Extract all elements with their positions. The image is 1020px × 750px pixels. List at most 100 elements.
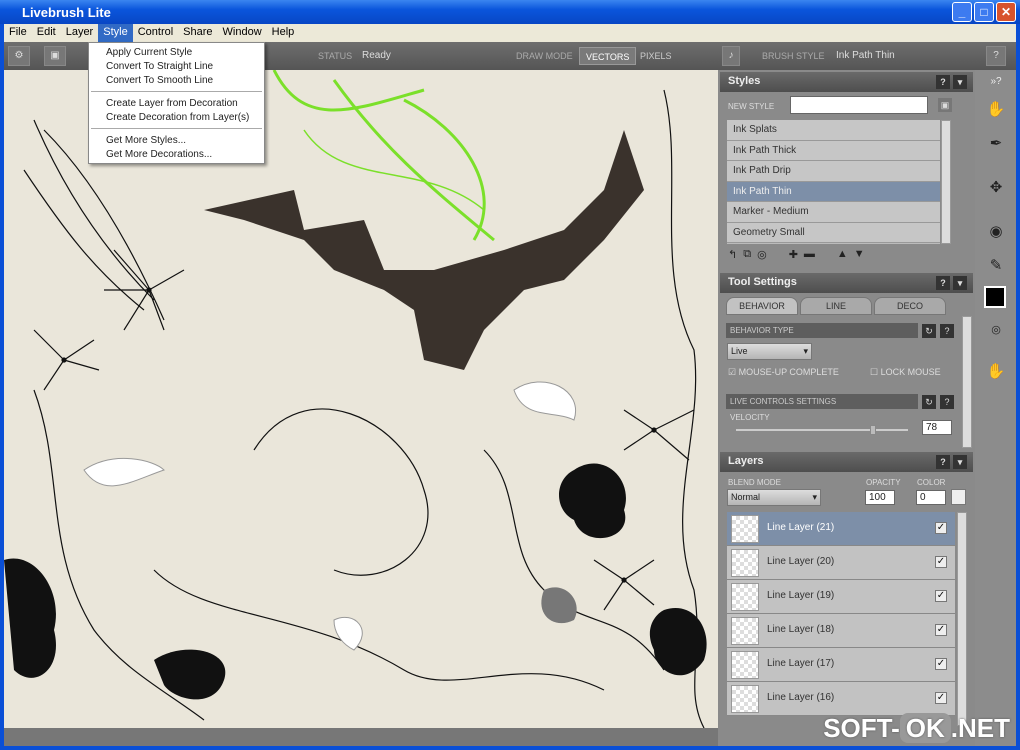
close-button[interactable]: ✕ — [996, 2, 1016, 22]
menu-file[interactable]: File — [4, 24, 32, 42]
menu-share[interactable]: Share — [178, 24, 217, 42]
drawing-canvas[interactable] — [4, 70, 718, 728]
style-item[interactable]: Marker - Medium — [727, 202, 940, 223]
remove-icon[interactable]: ▬ — [804, 248, 815, 261]
new-style-input[interactable] — [790, 96, 928, 114]
menu-style[interactable]: Style — [98, 24, 133, 42]
minimize-button[interactable]: _ — [952, 2, 972, 22]
expand-icon[interactable]: »? — [984, 70, 1008, 94]
menu-item-create-decoration-from-layers[interactable]: Create Decoration from Layer(s) — [89, 110, 264, 124]
help-button[interactable]: ? — [986, 46, 1006, 66]
layer-row[interactable]: Line Layer (17) ✓ — [727, 648, 955, 682]
menu-separator — [91, 128, 262, 129]
move-down-icon[interactable]: ▼ — [854, 248, 865, 261]
opacity-input[interactable]: 100 — [865, 490, 895, 505]
help-icon[interactable]: ? — [936, 455, 950, 469]
behavior-type-select[interactable]: Live ▾ — [727, 343, 812, 360]
color-picker-swatch[interactable] — [984, 286, 1006, 308]
mouse-up-complete-checkbox[interactable]: ☑ MOUSE-UP COMPLETE — [728, 367, 839, 378]
help-icon[interactable]: ? — [940, 395, 954, 409]
layer-row[interactable]: Line Layer (16) ✓ — [727, 682, 955, 716]
maximize-button[interactable]: □ — [974, 2, 994, 22]
layer-visibility-checkbox[interactable]: ✓ — [935, 590, 947, 602]
menu-separator — [91, 91, 262, 92]
lock-mouse-checkbox[interactable]: ☐ LOCK MOUSE — [870, 367, 941, 378]
fill-tool-icon[interactable]: ◉ — [984, 220, 1008, 244]
collapse-icon[interactable]: ▾ — [953, 276, 967, 290]
layer-visibility-checkbox[interactable]: ✓ — [935, 522, 947, 534]
new-style-icon[interactable]: ↰ — [728, 248, 737, 261]
styles-scrollbar[interactable] — [941, 120, 951, 244]
layer-visibility-checkbox[interactable]: ✓ — [935, 556, 947, 568]
layer-visibility-checkbox[interactable]: ✓ — [935, 624, 947, 636]
pen-tool-icon[interactable]: ✒ — [984, 132, 1008, 156]
color-input[interactable]: 0 — [916, 490, 946, 505]
tab-line[interactable]: LINE — [800, 297, 872, 315]
menu-item-create-layer-from-decoration[interactable]: Create Layer from Decoration — [89, 96, 264, 110]
menu-item-apply-current-style[interactable]: Apply Current Style — [89, 45, 264, 59]
layer-row[interactable]: Line Layer (19) ✓ — [727, 580, 955, 614]
save-style-icon[interactable]: ▣ — [938, 98, 952, 112]
menu-window[interactable]: Window — [218, 24, 267, 42]
pixels-button[interactable]: PIXELS — [634, 47, 678, 65]
style-item[interactable]: Ink Path Drip — [727, 161, 940, 182]
tab-behavior[interactable]: BEHAVIOR — [726, 297, 798, 315]
styles-title: Styles — [728, 75, 761, 87]
menu-item-get-more-decorations[interactable]: Get More Decorations... — [89, 147, 264, 161]
add-icon[interactable]: ✚ — [789, 248, 798, 261]
style-item-selected[interactable]: Ink Path Thin — [727, 181, 940, 202]
canvas-status-bar — [4, 728, 718, 746]
velocity-input[interactable]: 78 — [922, 420, 952, 435]
help-icon[interactable]: ? — [940, 324, 954, 338]
layers-scrollbar[interactable] — [957, 512, 967, 726]
hand-tool-icon[interactable]: ✋ — [984, 360, 1008, 384]
layer-row[interactable]: Line Layer (20) ✓ — [727, 546, 955, 580]
save-icon[interactable]: ▣ — [44, 46, 66, 66]
velocity-slider-handle[interactable] — [870, 425, 877, 435]
layer-thumbnail — [731, 685, 759, 713]
move-up-icon[interactable]: ▲ — [837, 248, 848, 261]
collapse-icon[interactable]: ▾ — [953, 455, 967, 469]
transform-tool-icon[interactable]: ✥ — [984, 176, 1008, 200]
eye-icon[interactable]: ◎ — [757, 248, 767, 261]
status-label: STATUS — [318, 51, 353, 61]
settings-icon[interactable]: ⚙ — [8, 46, 30, 66]
style-item[interactable]: Ink Path Thick — [727, 140, 940, 161]
brush-icon[interactable]: ♪ — [722, 46, 740, 66]
menu-edit[interactable]: Edit — [32, 24, 61, 42]
help-icon[interactable]: ? — [936, 276, 950, 290]
tool-settings-scrollbar[interactable] — [962, 316, 972, 448]
eye-tool-icon[interactable]: ◎ — [984, 318, 1008, 342]
style-item[interactable]: Geometry Small — [727, 222, 940, 243]
layer-thumbnail — [731, 583, 759, 611]
collapse-icon[interactable]: ▾ — [953, 75, 967, 89]
black-splats — [4, 463, 707, 700]
menu-item-get-more-styles[interactable]: Get More Styles... — [89, 133, 264, 147]
menu-item-convert-smooth[interactable]: Convert To Smooth Line — [89, 73, 264, 87]
layers-panel-header: Layers ? ▾ — [720, 452, 973, 472]
ink-splat-path — [204, 130, 644, 370]
layer-visibility-checkbox[interactable]: ✓ — [935, 692, 947, 704]
tab-deco[interactable]: DECO — [874, 297, 946, 315]
menu-control[interactable]: Control — [133, 24, 178, 42]
help-icon[interactable]: ? — [936, 75, 950, 89]
velocity-slider[interactable] — [736, 425, 908, 435]
layer-visibility-checkbox[interactable]: ✓ — [935, 658, 947, 670]
eyedropper-icon[interactable]: ✎ — [984, 254, 1008, 278]
vectors-button[interactable]: VECTORS — [579, 47, 637, 65]
layer-row[interactable]: Line Layer (18) ✓ — [727, 614, 955, 648]
copy-style-icon[interactable]: ⧉ — [743, 248, 751, 261]
layer-thumbnail — [731, 515, 759, 543]
reset-icon[interactable]: ↻ — [922, 395, 936, 409]
behavior-type-label: BEHAVIOR TYPE — [726, 323, 918, 338]
brush-tool-icon[interactable]: ✋ — [984, 98, 1008, 122]
blend-mode-select[interactable]: Normal ▾ — [727, 489, 821, 506]
color-swatch[interactable] — [951, 489, 966, 505]
menu-help[interactable]: Help — [267, 24, 300, 42]
menu-item-convert-straight[interactable]: Convert To Straight Line — [89, 59, 264, 73]
menu-layer[interactable]: Layer — [61, 24, 99, 42]
artwork — [4, 70, 707, 728]
layer-row-selected[interactable]: Line Layer (21) ✓ — [727, 512, 955, 546]
reset-icon[interactable]: ↻ — [922, 324, 936, 338]
style-item[interactable]: Ink Splats — [727, 120, 940, 141]
